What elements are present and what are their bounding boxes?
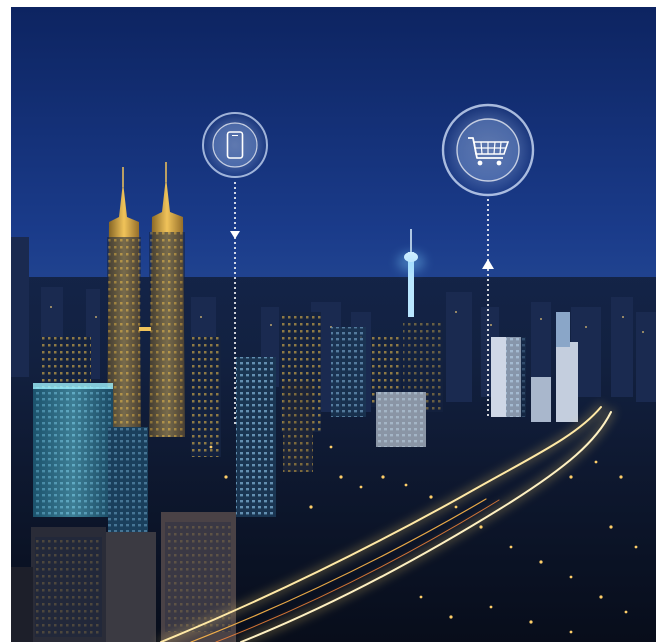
shopping-cart-icon: [441, 103, 535, 197]
city-night-photo: [11, 7, 656, 642]
phone-icon: [201, 111, 269, 179]
